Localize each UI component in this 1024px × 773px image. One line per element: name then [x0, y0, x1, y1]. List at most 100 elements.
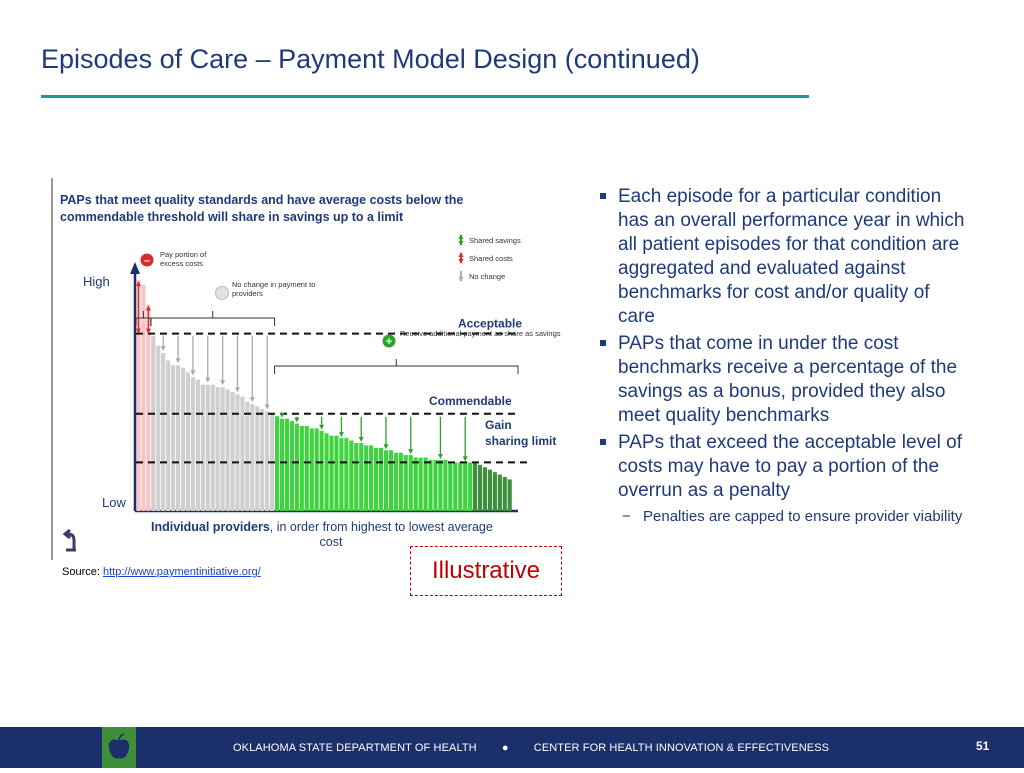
bar — [225, 389, 230, 511]
bar — [349, 440, 354, 511]
y-high-label: High — [83, 274, 110, 289]
x-axis-label-bold: Individual providers — [151, 520, 270, 534]
bar — [463, 462, 468, 511]
bar — [161, 353, 166, 511]
bar — [255, 406, 260, 511]
plus-sign: + — [386, 336, 392, 348]
arrow-head-icon — [220, 380, 226, 386]
arrow-head-icon — [383, 444, 389, 450]
arrow-head-icon — [234, 387, 240, 393]
arrow-head-icon — [264, 404, 270, 410]
bar — [482, 467, 488, 511]
threshold-label-gain: sharing limit — [485, 434, 556, 448]
bar — [235, 394, 240, 511]
arrow-head-icon — [358, 436, 364, 442]
legend-label: Shared costs — [469, 254, 513, 263]
page-number: 51 — [976, 739, 990, 753]
no-change-circle-icon — [215, 286, 229, 300]
arrow-head-icon — [160, 346, 166, 352]
penalty-annotation: excess costs — [160, 259, 203, 268]
bar — [279, 418, 285, 511]
x-axis-label-rest: , in order from highest to lowest averag… — [270, 520, 493, 534]
arrow-head-icon — [338, 432, 344, 438]
arrow-head-icon — [175, 358, 181, 364]
illustrative-box: Illustrative — [410, 546, 562, 596]
bar — [265, 411, 270, 511]
bar — [304, 425, 309, 511]
bar — [458, 462, 463, 511]
bullet-marker-icon — [600, 193, 606, 199]
apple-icon — [108, 733, 130, 759]
bar — [344, 438, 349, 511]
bar — [230, 391, 235, 511]
bullet-item: PAPs that come in under the cost benchma… — [600, 332, 970, 428]
dash-icon: − — [622, 508, 631, 525]
bar — [294, 423, 299, 511]
bullet-marker-icon — [600, 439, 606, 445]
sub-bullet-item: − Penalties are capped to ensure provider… — [600, 507, 970, 527]
brace-no-change — [150, 311, 276, 326]
bar — [185, 372, 191, 511]
bar — [319, 430, 324, 511]
footer-bar: OKLAHOMA STATE DEPARTMENT OF HEALTH ● CE… — [0, 727, 1024, 768]
footer-separator: ● — [501, 742, 509, 754]
threshold-label-gain: Gain — [485, 418, 512, 432]
footer-text: OKLAHOMA STATE DEPARTMENT OF HEALTH ● CE… — [233, 742, 829, 754]
arrow-head-icon — [279, 412, 285, 418]
arrow-head-icon — [249, 397, 255, 403]
source-link[interactable]: http://www.paymentinitiative.org/ — [103, 566, 261, 578]
osdh-logo-icon — [102, 727, 136, 768]
bar — [309, 428, 314, 511]
bar — [497, 474, 502, 511]
illustrative-label: Illustrative — [431, 557, 541, 584]
bar — [314, 428, 319, 511]
title-rule — [41, 95, 809, 98]
y-low-label: Low — [102, 495, 126, 510]
arrow-head-icon — [462, 456, 468, 462]
bar — [166, 360, 171, 511]
bullet-text: Each episode for a particular condition … — [618, 186, 965, 327]
arrow-head-icon — [205, 377, 211, 383]
bar — [260, 408, 265, 511]
source-note: Source: http://www.paymentinitiative.org… — [62, 566, 261, 578]
bar — [487, 469, 492, 511]
arrow-head-icon — [408, 449, 414, 455]
chart-title-line: PAPs that meet quality standards and hav… — [60, 193, 463, 207]
bar — [354, 442, 359, 511]
bar — [210, 384, 215, 511]
penalty-annotation: Pay portion of — [160, 250, 207, 259]
brace-savings — [274, 359, 519, 374]
bar — [388, 450, 393, 511]
bar — [374, 447, 379, 511]
bar — [205, 384, 210, 511]
bar — [215, 387, 220, 511]
bar — [339, 438, 344, 511]
bar — [195, 379, 200, 511]
arrow-head-icon — [319, 424, 325, 430]
bar — [403, 455, 408, 511]
bar — [240, 396, 245, 511]
bar — [200, 384, 205, 511]
bar — [473, 462, 478, 511]
bar — [284, 418, 290, 511]
bar — [448, 462, 453, 511]
bar — [171, 365, 176, 511]
bar — [275, 416, 280, 511]
episode-cost-chart: PAPs that meet quality standards and hav… — [51, 178, 561, 560]
bar — [245, 401, 250, 511]
bar — [477, 464, 483, 511]
arrow-head-icon — [294, 417, 300, 423]
legend-label: Shared savings — [469, 236, 521, 245]
bar — [418, 457, 423, 511]
legend-label: No change — [469, 272, 505, 281]
bar — [413, 457, 418, 511]
x-axis-label-cost: cost — [320, 535, 343, 549]
bar — [428, 459, 433, 511]
bar — [146, 304, 151, 511]
arrow-head-icon — [458, 277, 464, 282]
bullet-list: Each episode for a particular condition … — [600, 185, 970, 527]
bar — [438, 459, 443, 511]
bullet-item: Each episode for a particular condition … — [600, 185, 970, 329]
arrow-head-icon — [458, 259, 464, 264]
bar — [141, 285, 146, 511]
